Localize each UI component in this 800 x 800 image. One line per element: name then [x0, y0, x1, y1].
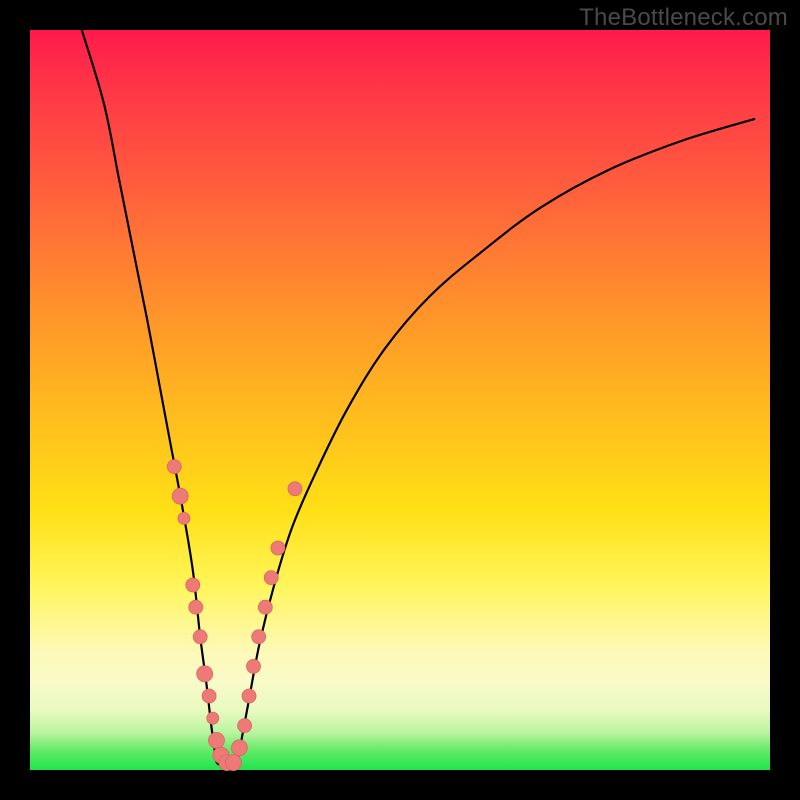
data-marker [197, 666, 213, 682]
data-marker [246, 659, 260, 673]
chart-svg [30, 30, 770, 770]
data-marker [167, 460, 181, 474]
data-marker [172, 488, 188, 504]
data-marker [242, 689, 256, 703]
data-marker [231, 740, 247, 756]
data-marker [252, 630, 266, 644]
watermark-text: TheBottleneck.com [579, 4, 788, 32]
data-marker [193, 630, 207, 644]
data-marker [208, 732, 224, 748]
data-marker [186, 578, 200, 592]
data-marker [202, 689, 216, 703]
data-marker [288, 482, 302, 496]
data-marker [226, 755, 242, 771]
data-marker [238, 719, 252, 733]
left-branch-curve [82, 30, 217, 763]
data-marker [189, 600, 203, 614]
data-marker [271, 541, 285, 555]
right-branch-curve [237, 119, 755, 763]
data-marker [258, 600, 272, 614]
scatter-markers [167, 460, 302, 771]
chart-frame: TheBottleneck.com [0, 0, 800, 800]
data-marker [207, 712, 219, 724]
data-marker [264, 571, 278, 585]
data-marker [178, 512, 190, 524]
plot-area [30, 30, 770, 770]
